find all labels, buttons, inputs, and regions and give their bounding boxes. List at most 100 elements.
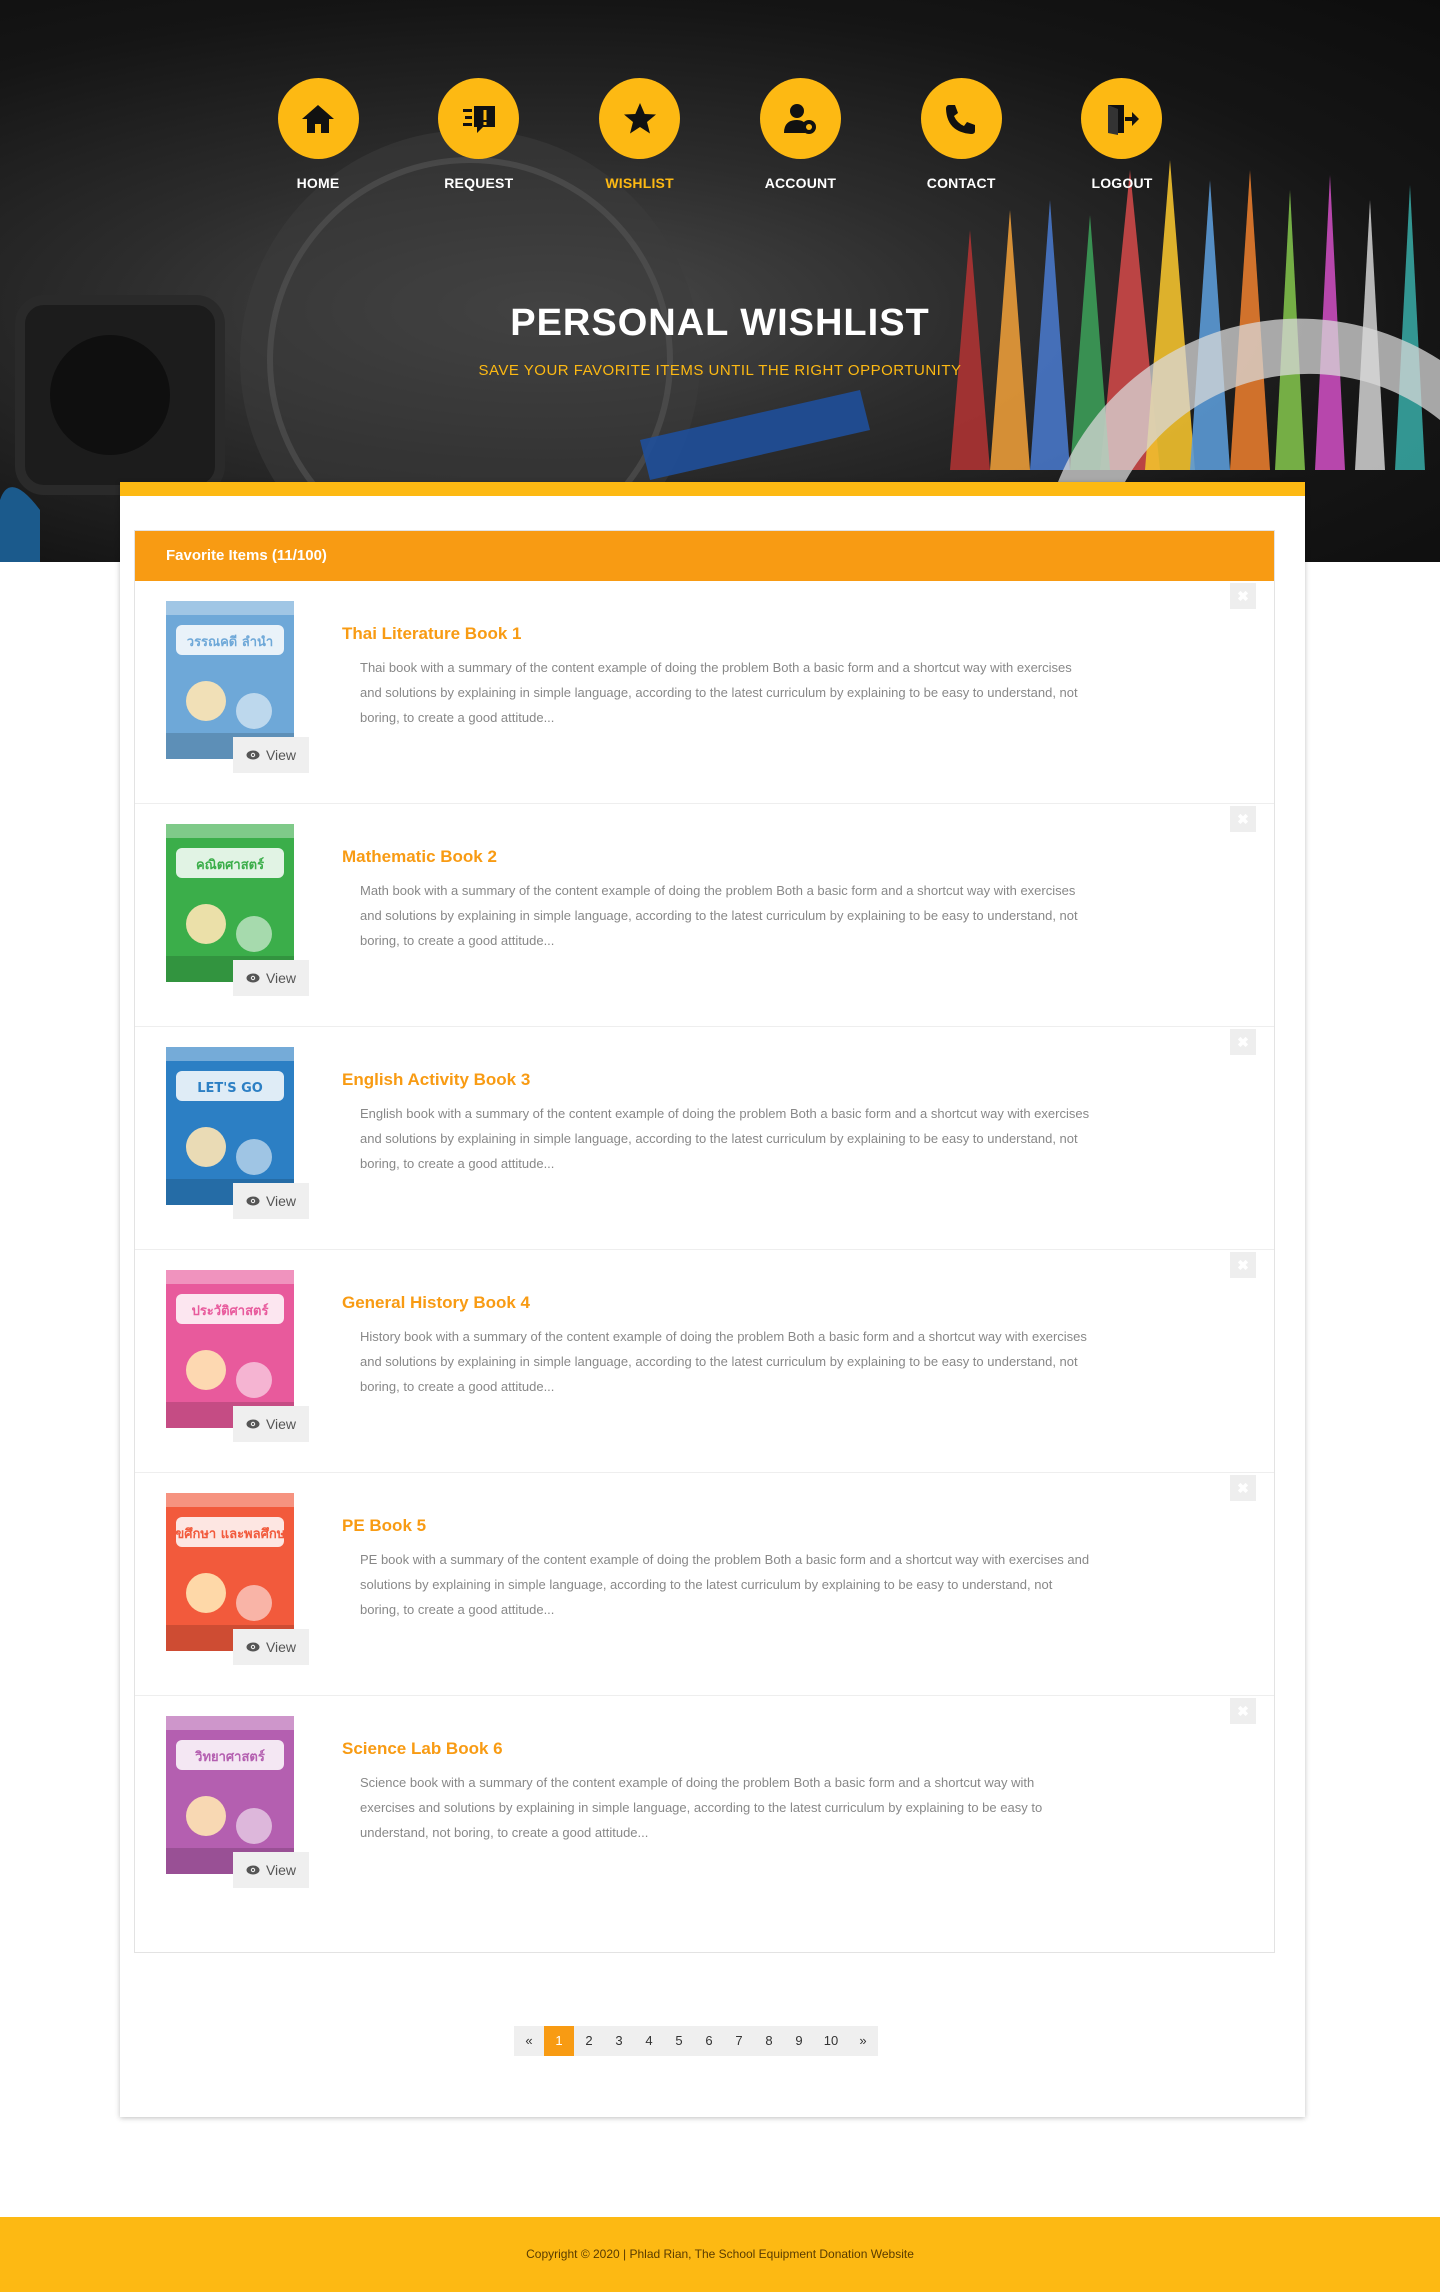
book-cover[interactable]: ประวัติศาสตร์ (166, 1270, 294, 1428)
wishlist-item: ประวัติศาสตร์ View General History Book … (135, 1250, 1274, 1473)
footer: Copyright © 2020 | Phlad Rian, The Schoo… (0, 2217, 1440, 2292)
pagination-page-5[interactable]: 5 (664, 2026, 694, 2056)
wishlist-item: สุขศึกษา และพลศึกษา View PE Book 5 PE bo… (135, 1473, 1274, 1696)
book-cover-image: ประวัติศาสตร์ (166, 1270, 294, 1428)
nav-home[interactable]: HOME (268, 78, 368, 198)
remove-item-button[interactable]: ✖ (1230, 1475, 1256, 1501)
wishlist-card: Favorite Items (11/100) วรรณคดี ลำนำ Vie… (120, 482, 1305, 2117)
nav-logout-label: LOGOUT (1091, 175, 1153, 191)
book-cover-image: คณิตศาสตร์ (166, 824, 294, 982)
main-nav: HOME REQUEST WISHLIST ACCOUNT CONTACT LO… (268, 78, 1172, 198)
view-button[interactable]: View (233, 1629, 309, 1665)
eye-icon (246, 973, 260, 983)
close-icon: ✖ (1237, 1702, 1249, 1719)
remove-item-button[interactable]: ✖ (1230, 1252, 1256, 1278)
book-cover-image: LET'S GO (166, 1047, 294, 1205)
book-cover-title: สุขศึกษา และพลศึกษา (167, 1526, 292, 1542)
nav-request-label: REQUEST (444, 175, 514, 191)
page-subtitle: SAVE YOUR FAVORITE ITEMS UNTIL THE RIGHT… (478, 362, 962, 379)
favorite-items-list: วรรณคดี ลำนำ View Thai Literature Book 1… (135, 581, 1274, 1919)
pagination-page-7[interactable]: 7 (724, 2026, 754, 2056)
close-icon: ✖ (1237, 810, 1249, 827)
nav-request[interactable]: REQUEST (429, 78, 529, 198)
favorite-items-header: Favorite Items (11/100) (135, 531, 1274, 581)
nav-wishlist[interactable]: WISHLIST (590, 78, 690, 198)
pagination-page-1[interactable]: 1 (544, 2026, 574, 2056)
pagination-page-8[interactable]: 8 (754, 2026, 784, 2056)
nav-contact[interactable]: CONTACT (911, 78, 1011, 198)
view-button-label: View (265, 1639, 297, 1655)
phone-icon (920, 78, 1002, 159)
pagination-page-4[interactable]: 4 (634, 2026, 664, 2056)
logout-icon (1081, 78, 1163, 159)
wishlist-item: คณิตศาสตร์ View Mathematic Book 2 Math b… (135, 804, 1274, 1027)
remove-item-button[interactable]: ✖ (1230, 1029, 1256, 1055)
item-description: English book with a summary of the conte… (360, 1106, 1090, 1171)
view-button[interactable]: View (233, 1852, 309, 1888)
pagination: «1 2 3 4 5 6 7 8 9 10» (514, 2026, 878, 2056)
item-description: Math book with a summary of the content … (360, 883, 1078, 948)
item-title-link[interactable]: General History Book 4 (342, 1293, 530, 1313)
hero-banner: HOME REQUEST WISHLIST ACCOUNT CONTACT LO… (0, 0, 1440, 562)
item-title-link[interactable]: PE Book 5 (342, 1516, 426, 1536)
nav-account[interactable]: ACCOUNT (750, 78, 850, 198)
wishlist-item: วิทยาศาสตร์ View Science Lab Book 6 Scie… (135, 1696, 1274, 1919)
close-icon: ✖ (1237, 1033, 1249, 1050)
view-button-label: View (265, 747, 297, 763)
item-title-link[interactable]: English Activity Book 3 (342, 1070, 530, 1090)
close-icon: ✖ (1237, 587, 1249, 604)
page-title: PERSONAL WISHLIST (510, 302, 930, 344)
pagination-page-9[interactable]: 9 (784, 2026, 814, 2056)
copyright-text: Copyright © 2020 | Phlad Rian, The Schoo… (526, 2247, 914, 2261)
wishlist-item: LET'S GO View English Activity Book 3 En… (135, 1027, 1274, 1250)
pagination-page-10[interactable]: 10 (814, 2026, 848, 2056)
book-cover[interactable]: คณิตศาสตร์ (166, 824, 294, 982)
view-button[interactable]: View (233, 1183, 309, 1219)
book-cover[interactable]: วรรณคดี ลำนำ (166, 601, 294, 759)
home-icon (277, 78, 359, 159)
pagination-prev[interactable]: « (514, 2026, 544, 2056)
remove-item-button[interactable]: ✖ (1230, 583, 1256, 609)
favorite-items-panel: Favorite Items (11/100) วรรณคดี ลำนำ Vie… (134, 530, 1275, 1953)
eye-icon (246, 1419, 260, 1429)
book-cover-title: LET'S GO (197, 1081, 263, 1096)
nav-account-label: ACCOUNT (764, 175, 837, 191)
view-button[interactable]: View (233, 1406, 309, 1442)
book-cover[interactable]: สุขศึกษา และพลศึกษา (166, 1493, 294, 1651)
view-button-label: View (265, 1862, 297, 1878)
pagination-page-6[interactable]: 6 (694, 2026, 724, 2056)
book-cover-title: คณิตศาสตร์ (196, 857, 264, 873)
user-gear-icon (759, 78, 841, 159)
item-description: Thai book with a summary of the content … (360, 660, 1078, 725)
book-cover-image: สุขศึกษา และพลศึกษา (166, 1493, 294, 1651)
eye-icon (246, 1642, 260, 1652)
view-button[interactable]: View (233, 737, 309, 773)
view-button-label: View (265, 970, 297, 986)
item-description: PE book with a summary of the content ex… (360, 1552, 1090, 1617)
item-title-link[interactable]: Mathematic Book 2 (342, 847, 497, 867)
view-button[interactable]: View (233, 960, 309, 996)
book-cover-title: วรรณคดี ลำนำ (187, 634, 273, 650)
view-button-label: View (265, 1416, 297, 1432)
eye-icon (246, 750, 260, 760)
nav-logout[interactable]: LOGOUT (1072, 78, 1172, 198)
book-cover[interactable]: LET'S GO (166, 1047, 294, 1205)
remove-item-button[interactable]: ✖ (1230, 1698, 1256, 1724)
book-cover-title: ประวัติศาสตร์ (192, 1303, 269, 1319)
remove-item-button[interactable]: ✖ (1230, 806, 1256, 832)
item-title-link[interactable]: Science Lab Book 6 (342, 1739, 503, 1759)
item-title-link[interactable]: Thai Literature Book 1 (342, 624, 521, 644)
book-cover-image: วรรณคดี ลำนำ (166, 601, 294, 759)
nav-wishlist-label: WISHLIST (605, 175, 674, 191)
book-cover[interactable]: วิทยาศาสตร์ (166, 1716, 294, 1874)
pagination-page-3[interactable]: 3 (604, 2026, 634, 2056)
nav-contact-label: CONTACT (926, 175, 996, 191)
pagination-next[interactable]: » (848, 2026, 878, 2056)
pagination-page-2[interactable]: 2 (574, 2026, 604, 2056)
star-icon (599, 78, 681, 159)
wishlist-item: วรรณคดี ลำนำ View Thai Literature Book 1… (135, 581, 1274, 804)
eye-icon (246, 1196, 260, 1206)
close-icon: ✖ (1237, 1479, 1249, 1496)
close-icon: ✖ (1237, 1256, 1249, 1273)
nav-home-label: HOME (296, 175, 340, 191)
